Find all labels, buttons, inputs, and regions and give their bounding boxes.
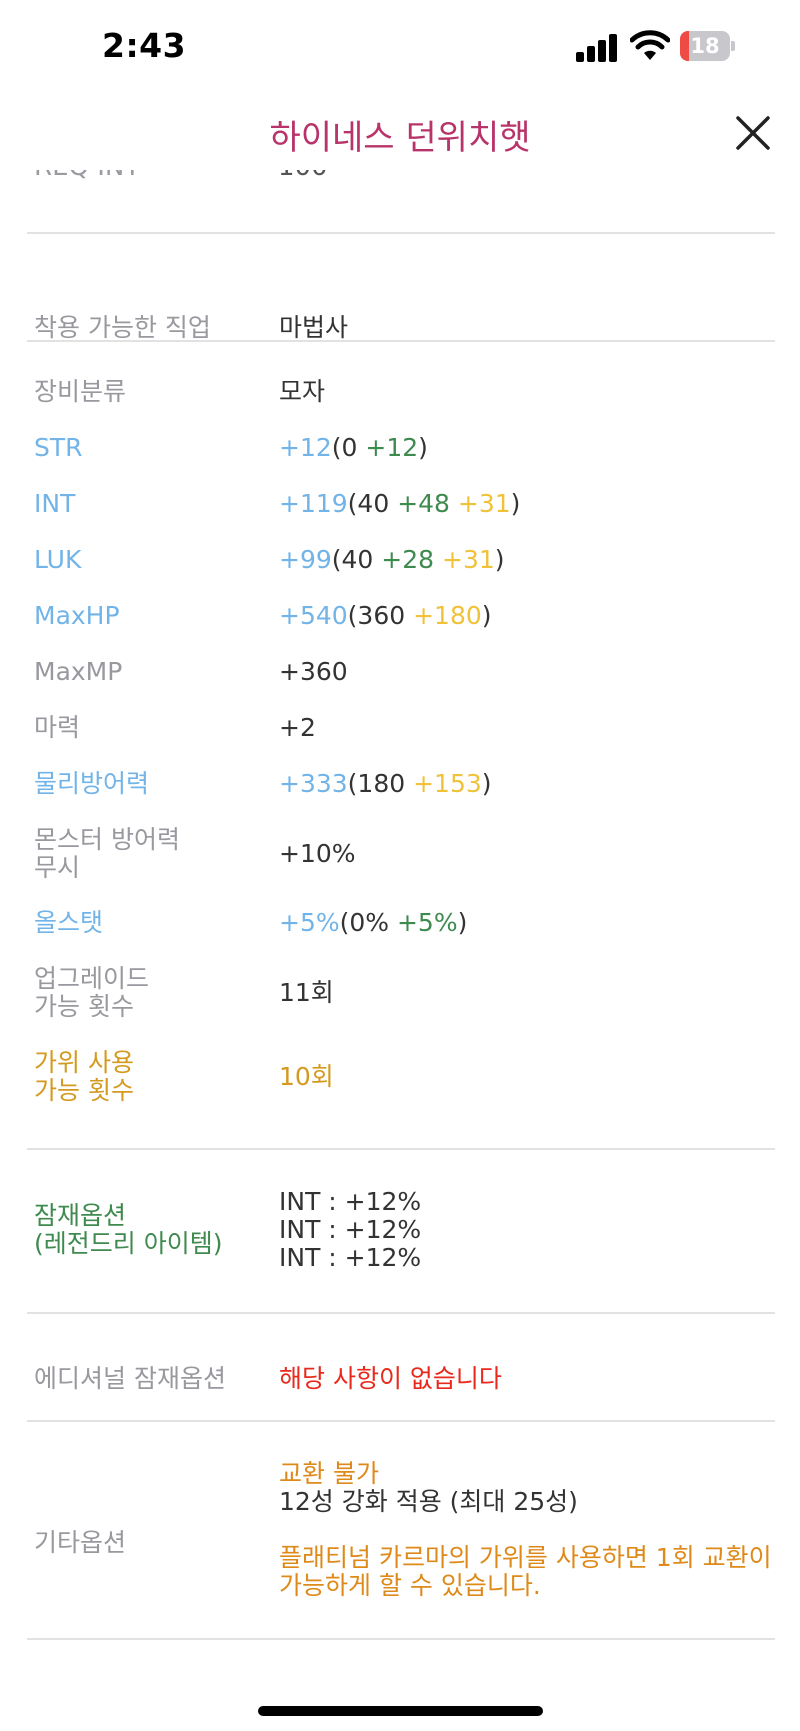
pdef-value: +333(180 +153) — [279, 769, 492, 798]
divider — [27, 232, 775, 234]
close-icon[interactable] — [734, 114, 772, 152]
int-value: +119(40 +48 +31) — [279, 489, 521, 518]
maxmp-value: +360 — [279, 657, 348, 686]
wifi-icon — [630, 30, 670, 60]
cellular-signal-icon — [576, 32, 620, 62]
karma-note: 가능하게 할 수 있습니다. — [279, 1571, 541, 1600]
item-title: 하이네스 던위치햇 — [269, 118, 531, 158]
magic-label: 마력 — [34, 713, 81, 742]
potential-line: INT : +12% — [279, 1243, 422, 1272]
potential-lines: INT : +12% INT : +12% INT : +12% — [279, 1188, 421, 1272]
divider — [27, 1148, 775, 1150]
item-detail-header: 하이네스 던위치햇 — [0, 100, 800, 170]
luk-label: LUK — [34, 545, 82, 574]
magic-value: +2 — [279, 713, 316, 742]
category-label: 장비분류 — [34, 377, 127, 406]
luk-value: +99(40 +28 +31) — [279, 545, 505, 574]
str-label: STR — [34, 433, 83, 462]
additional-value: 해당 사항이 없습니다 — [279, 1364, 502, 1393]
potential-label: 잠재옵션 (레전드리 아이템) — [34, 1201, 223, 1258]
scissors-label: 가위 사용 가능 횟수 — [34, 1048, 134, 1105]
karma-note: 플래티넘 카르마의 가위를 사용하면 1회 교환이 — [279, 1543, 772, 1572]
pdef-label: 물리방어력 — [34, 769, 150, 798]
int-label: INT — [34, 489, 76, 518]
job-label: 착용 가능한 직업 — [34, 313, 211, 342]
battery-level: 18 — [690, 34, 720, 58]
other-label: 기타옵션 — [34, 1528, 127, 1557]
req-int-value: 100 — [278, 170, 328, 182]
upgrades-value: 11회 — [279, 978, 334, 1007]
status-bar: 2:43 18 — [0, 0, 800, 92]
home-indicator[interactable] — [258, 1706, 543, 1716]
additional-label: 에디셔널 잠재옵션 — [34, 1364, 226, 1393]
maxhp-label: MaxHP — [34, 601, 120, 630]
other-values: 교환 불가 12성 강화 적용 (최대 25성) 플래티넘 카르마의 가위를 사… — [279, 1460, 772, 1600]
divider — [27, 1420, 775, 1422]
starforce-info: 12성 강화 적용 (최대 25성) — [279, 1487, 578, 1516]
divider — [27, 1312, 775, 1314]
battery-icon: 18 — [680, 31, 735, 61]
req-int-label: REQ INT — [34, 170, 140, 182]
scissors-value: 10회 — [279, 1062, 334, 1091]
allstat-value: +5%(0% +5%) — [279, 908, 468, 937]
divider — [27, 340, 775, 342]
upgrades-label: 업그레이드 가능 횟수 — [34, 964, 150, 1021]
ignore-def-label: 몬스터 방어력 무시 — [34, 825, 180, 882]
item-detail-content[interactable]: REQ INT 100 착용 가능한 직업 마법사 장비분류 모자 STR +1… — [0, 170, 800, 1660]
potential-line: INT : +12% — [279, 1215, 422, 1244]
req-int-row: REQ INT 100 — [34, 170, 328, 182]
maxmp-label: MaxMP — [34, 657, 123, 686]
maxhp-value: +540(360 +180) — [279, 601, 492, 630]
allstat-label: 올스탯 — [34, 908, 104, 937]
category-value: 모자 — [279, 377, 326, 406]
ignore-def-value: +10% — [279, 839, 356, 868]
job-value: 마법사 — [279, 313, 349, 342]
trade-status: 교환 불가 — [279, 1459, 379, 1488]
potential-line: INT : +12% — [279, 1187, 422, 1216]
divider — [27, 1638, 775, 1640]
str-value: +12(0 +12) — [279, 433, 428, 462]
status-time: 2:43 — [102, 26, 187, 65]
